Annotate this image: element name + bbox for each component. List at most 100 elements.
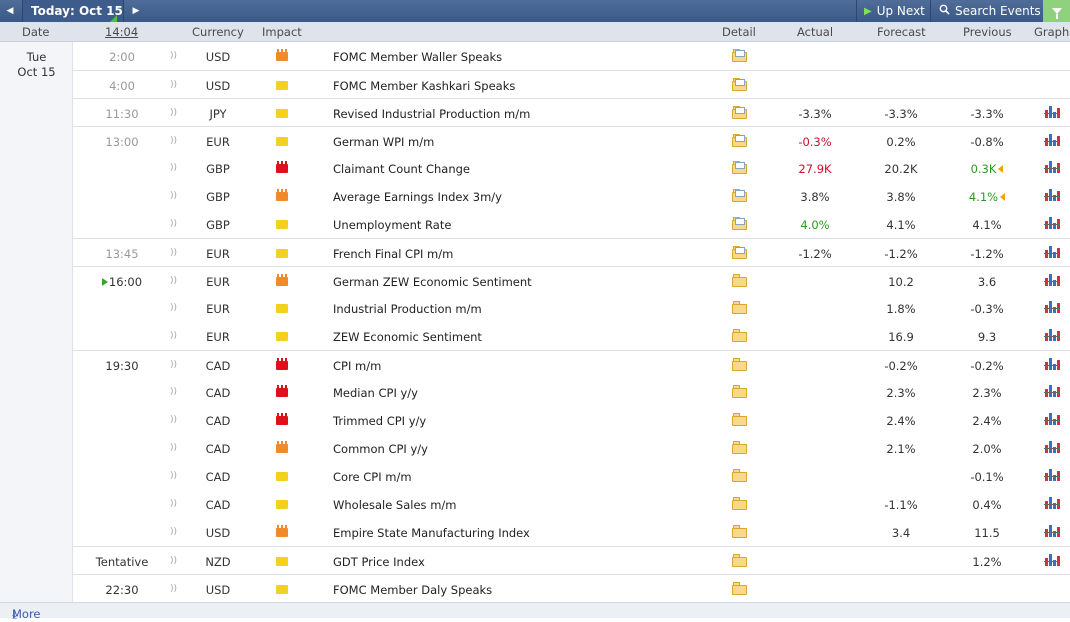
graph-icon[interactable]: [1044, 553, 1060, 567]
event-name[interactable]: Revised Industrial Production m/m: [333, 107, 530, 121]
sound-icon[interactable]: )): [170, 331, 180, 341]
detail-folder-icon[interactable]: [732, 189, 747, 202]
detail-folder-icon[interactable]: [732, 301, 747, 314]
event-name[interactable]: Wholesale Sales m/m: [333, 498, 456, 512]
sound-icon[interactable]: )): [170, 471, 180, 481]
event-name[interactable]: Common CPI y/y: [333, 442, 428, 456]
graph-icon[interactable]: [1044, 384, 1060, 398]
sound-icon[interactable]: )): [170, 415, 180, 425]
sound-icon[interactable]: )): [170, 527, 180, 537]
graph-icon[interactable]: [1044, 412, 1060, 426]
event-name[interactable]: Trimmed CPI y/y: [333, 414, 426, 428]
graph-icon[interactable]: [1044, 133, 1060, 147]
graph-icon[interactable]: [1044, 273, 1060, 287]
detail-folder-icon[interactable]: [732, 554, 747, 567]
sound-icon[interactable]: )): [170, 191, 180, 201]
sound-icon[interactable]: )): [170, 248, 180, 258]
graph-icon[interactable]: [1044, 216, 1060, 230]
table-row[interactable]: )) CAD Common CPI y/y 2.1% 2.0%: [73, 434, 1070, 462]
sound-icon[interactable]: )): [170, 303, 180, 313]
graph-icon[interactable]: [1044, 468, 1060, 482]
event-name[interactable]: Average Earnings Index 3m/y: [333, 190, 502, 204]
graph-icon[interactable]: [1044, 188, 1060, 202]
event-name[interactable]: Empire State Manufacturing Index: [333, 526, 530, 540]
table-row[interactable]: )) CAD Median CPI y/y 2.3% 2.3%: [73, 378, 1070, 406]
header-current-time[interactable]: 14:04: [105, 25, 138, 39]
filter-button[interactable]: [1043, 0, 1070, 22]
table-row[interactable]: )) USD Empire State Manufacturing Index 3.4…: [73, 518, 1070, 546]
table-row[interactable]: 19:30)) CAD CPI m/m -0.2% -0.2%: [73, 350, 1070, 378]
table-row[interactable]: 13:00)) EUR German WPI m/m -0.3% 0.2% -0.8%: [73, 126, 1070, 154]
graph-icon[interactable]: [1044, 496, 1060, 510]
detail-folder-icon[interactable]: [732, 469, 747, 482]
sound-icon[interactable]: )): [170, 387, 180, 397]
table-row[interactable]: )) GBP Unemployment Rate 4.0% 4.1% 4.1%: [73, 210, 1070, 238]
graph-icon[interactable]: [1044, 300, 1060, 314]
sound-icon[interactable]: )): [170, 51, 180, 61]
sound-icon[interactable]: )): [170, 584, 180, 594]
event-name[interactable]: ZEW Economic Sentiment: [333, 330, 482, 344]
table-row[interactable]: )) GBP Claimant Count Change 27.9K 20.2K 0.3K: [73, 154, 1070, 182]
sound-icon[interactable]: )): [170, 556, 180, 566]
sound-icon[interactable]: )): [170, 80, 180, 90]
event-name[interactable]: German WPI m/m: [333, 135, 434, 149]
detail-folder-icon[interactable]: [732, 161, 747, 174]
detail-folder-icon[interactable]: [732, 582, 747, 595]
table-row[interactable]: )) CAD Core CPI m/m -0.1%: [73, 462, 1070, 490]
table-row[interactable]: 16:00)) EUR German ZEW Economic Sentiment 1…: [73, 266, 1070, 294]
up-next-button[interactable]: ▶ Up Next: [856, 0, 930, 22]
detail-folder-icon[interactable]: [732, 78, 747, 91]
event-name[interactable]: Median CPI y/y: [333, 386, 418, 400]
graph-icon[interactable]: [1044, 440, 1060, 454]
graph-icon[interactable]: [1044, 357, 1060, 371]
next-day-button[interactable]: ▶: [126, 0, 146, 22]
detail-folder-icon[interactable]: [732, 441, 747, 454]
event-name[interactable]: Claimant Count Change: [333, 162, 470, 176]
sound-icon[interactable]: )): [170, 108, 180, 118]
table-row[interactable]: )) CAD Trimmed CPI y/y 2.4% 2.4%: [73, 406, 1070, 434]
prev-day-button[interactable]: ◀: [0, 0, 20, 22]
revised-icon[interactable]: [1000, 193, 1006, 201]
event-name[interactable]: GDT Price Index: [333, 555, 425, 569]
table-row[interactable]: 4:00)) USD FOMC Member Kashkari Speaks: [73, 70, 1070, 98]
event-name[interactable]: FOMC Member Waller Speaks: [333, 50, 502, 64]
detail-folder-icon[interactable]: [732, 217, 747, 230]
detail-folder-icon[interactable]: [732, 274, 747, 287]
detail-folder-icon[interactable]: [732, 385, 747, 398]
sound-icon[interactable]: )): [170, 163, 180, 173]
revised-icon[interactable]: [998, 165, 1004, 173]
event-name[interactable]: German ZEW Economic Sentiment: [333, 275, 532, 289]
graph-icon[interactable]: [1044, 105, 1060, 119]
detail-folder-icon[interactable]: [732, 358, 747, 371]
detail-folder-icon[interactable]: [732, 106, 747, 119]
graph-icon[interactable]: [1044, 328, 1060, 342]
event-name[interactable]: FOMC Member Daly Speaks: [333, 583, 492, 597]
date-selector[interactable]: Today: Oct 15: [22, 0, 124, 22]
event-name[interactable]: French Final CPI m/m: [333, 247, 453, 261]
detail-folder-icon[interactable]: [732, 246, 747, 259]
table-row[interactable]: 13:45)) EUR French Final CPI m/m -1.2% -1.2%…: [73, 238, 1070, 266]
table-row[interactable]: )) EUR Industrial Production m/m 1.8% -0.3%: [73, 294, 1070, 322]
graph-icon[interactable]: [1044, 245, 1060, 259]
sound-icon[interactable]: )): [170, 136, 180, 146]
detail-folder-icon[interactable]: [732, 329, 747, 342]
sound-icon[interactable]: )): [170, 443, 180, 453]
table-row[interactable]: 2:00)) USD FOMC Member Waller Speaks: [73, 42, 1070, 70]
detail-folder-icon[interactable]: [732, 413, 747, 426]
sound-icon[interactable]: )): [170, 276, 180, 286]
sound-icon[interactable]: )): [170, 360, 180, 370]
table-row[interactable]: Tentative)) NZD GDT Price Index 1.2%: [73, 546, 1070, 574]
search-events-button[interactable]: Search Events: [930, 0, 1043, 22]
event-name[interactable]: Core CPI m/m: [333, 470, 412, 484]
table-row[interactable]: 11:30)) JPY Revised Industrial Production …: [73, 98, 1070, 126]
event-name[interactable]: FOMC Member Kashkari Speaks: [333, 79, 515, 93]
graph-icon[interactable]: [1044, 524, 1060, 538]
table-row[interactable]: )) CAD Wholesale Sales m/m -1.1% 0.4%: [73, 490, 1070, 518]
event-name[interactable]: CPI m/m: [333, 359, 381, 373]
event-name[interactable]: Unemployment Rate: [333, 218, 451, 232]
detail-folder-icon[interactable]: [732, 134, 747, 147]
graph-icon[interactable]: [1044, 160, 1060, 174]
sound-icon[interactable]: )): [170, 499, 180, 509]
detail-folder-icon[interactable]: [732, 525, 747, 538]
sound-icon[interactable]: )): [170, 219, 180, 229]
